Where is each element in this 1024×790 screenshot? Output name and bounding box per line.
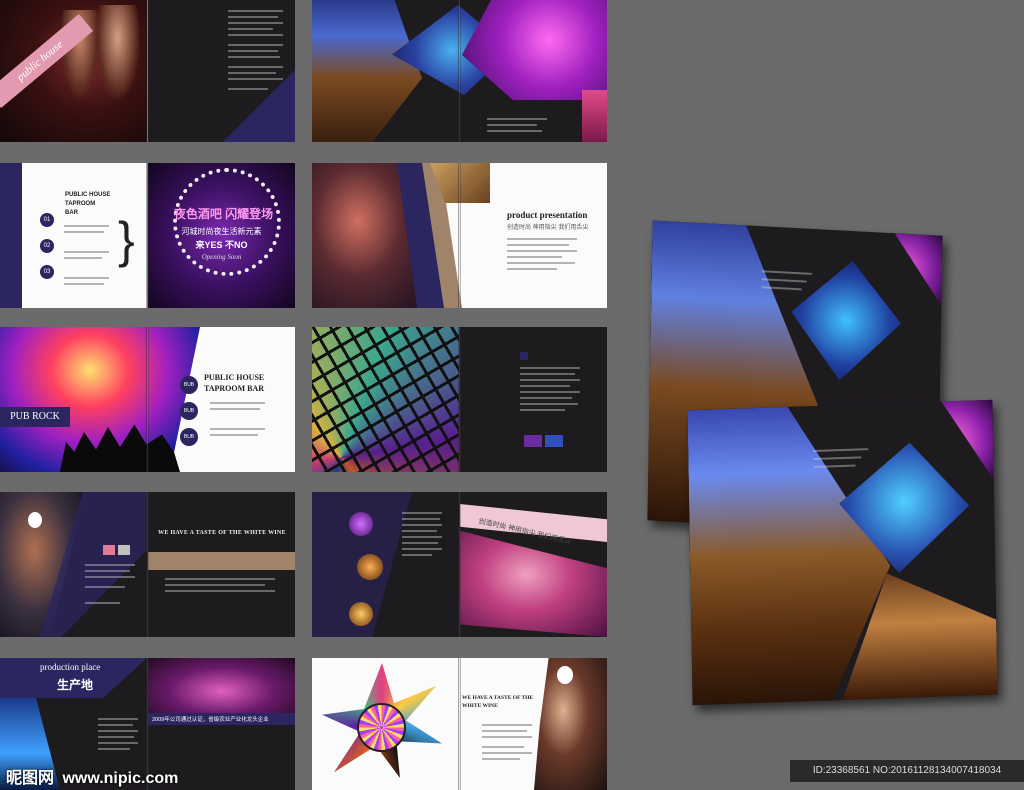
poster-sub: 河城时尚夜生活新元素 [181, 227, 262, 236]
heading-block: PUBLIC HOUSE TAPROOM BAR [65, 191, 110, 218]
small-photos-2 [118, 545, 130, 555]
pub-heading: PUBLIC HOUSE TAPROOM BAR [204, 372, 264, 394]
taste-heading-2: WE HAVE A TASTE OF THE WHITE WINE [462, 695, 534, 709]
navy-side-bar [0, 163, 22, 308]
circle-photo-1 [349, 512, 373, 536]
spread-7[interactable]: WE HAVE A TASTE OF THE WHITE WINE [0, 492, 295, 637]
spread-3[interactable]: PUBLIC HOUSE TAPROOM BAR 01 02 03 } 夜色酒吧… [0, 163, 295, 308]
spread-3-left: PUBLIC HOUSE TAPROOM BAR 01 02 03 } [0, 163, 147, 308]
bub-badge-2: BUB [180, 402, 198, 420]
taste-heading: WE HAVE A TASTE OF THE WHITE WINE [158, 530, 286, 536]
small-photos [103, 545, 115, 555]
pink-strip [582, 90, 607, 142]
spread-2[interactable] [312, 0, 607, 142]
pub-heading-1: PUBLIC HOUSE [204, 373, 265, 382]
watermark-logo: 昵图网 www.nipic.com [6, 764, 178, 788]
book-cover-front[interactable] [687, 399, 998, 706]
product-title: product presentation [507, 210, 588, 220]
spread-1-left-photo: public house [0, 0, 147, 142]
lounge-photo [148, 658, 295, 713]
spread-1[interactable]: public house [0, 0, 295, 142]
tunnel-grid [312, 327, 459, 472]
thumb-1 [524, 435, 542, 447]
spread-3-right-poster: 夜色酒吧 闪耀登场 河城时尚夜生活新元素 来YES 不NO Opening So… [148, 163, 295, 308]
poster-sub2: 来YES 不NO [195, 240, 248, 250]
number-2: 02 [43, 243, 51, 249]
circle-photo-3 [349, 602, 373, 626]
number-3: 03 [43, 269, 51, 275]
spread-4[interactable]: product presentation 创造时尚 神用指尖 我们用舌尖 [312, 163, 607, 308]
spread-10[interactable]: WE HAVE A TASTE OF THE WHITE WINE [312, 658, 607, 790]
tan-band [148, 552, 295, 570]
watermark-url: www.nipic.com [62, 770, 179, 787]
navy-corner [148, 0, 295, 142]
pub-rock-label: PUB ROCK [0, 407, 70, 427]
ribbon-text: public house [14, 38, 66, 84]
watermark-id-text: ID:23368561 NO:20161128134007418034 [812, 765, 1002, 776]
disco-ball [357, 703, 406, 752]
watermark-logo-text: 昵图网 [6, 770, 55, 787]
heading-line-1: PUBLIC HOUSE [65, 192, 111, 198]
circle-photo-2 [357, 554, 383, 580]
book-back-dance-photo [790, 258, 902, 384]
production-caption: 2009年公司通过认证，省级农业产业化龙头企业 [152, 717, 269, 723]
spread-5[interactable]: PUB ROCK PUBLIC HOUSE TAPROOM BAR BUB BU… [0, 327, 295, 472]
bub-badge-3: BUB [180, 428, 198, 446]
number-badge-2: 02 [40, 239, 54, 253]
brace-icon: } [118, 212, 135, 268]
number-1: 01 [43, 217, 51, 223]
pub-heading-2: TAPROOM BAR [204, 384, 265, 393]
product-subtitle: 创造时尚 神用指尖 我们用舌尖 [507, 225, 589, 231]
heading-line-2: TAPROOM [65, 201, 96, 207]
heading-line-3: BAR [65, 210, 78, 216]
spread-6[interactable] [312, 327, 607, 472]
watermark-id-bar: ID:23368561 NO:20161128134007418034 [790, 760, 1024, 782]
crowd-silhouette-2 [95, 5, 140, 100]
spread-1-right-text [148, 0, 295, 142]
number-badge-3: 03 [40, 265, 54, 279]
poster-opening: Opening Soon [201, 253, 242, 261]
woman-face [557, 666, 573, 684]
thumb-2 [545, 435, 563, 447]
bub-badge-1: BUB [180, 376, 198, 394]
number-badge-1: 01 [40, 213, 54, 227]
navy-text-block [520, 352, 528, 360]
production-title-cn: 生产地 [57, 678, 94, 692]
singer-face [28, 512, 42, 528]
spread-8[interactable]: 创造时尚 神用指尖 我们用舌尖 [312, 492, 607, 637]
production-title-en: production place [40, 662, 101, 672]
poster-title: 夜色酒吧 闪耀登场 [173, 207, 274, 221]
